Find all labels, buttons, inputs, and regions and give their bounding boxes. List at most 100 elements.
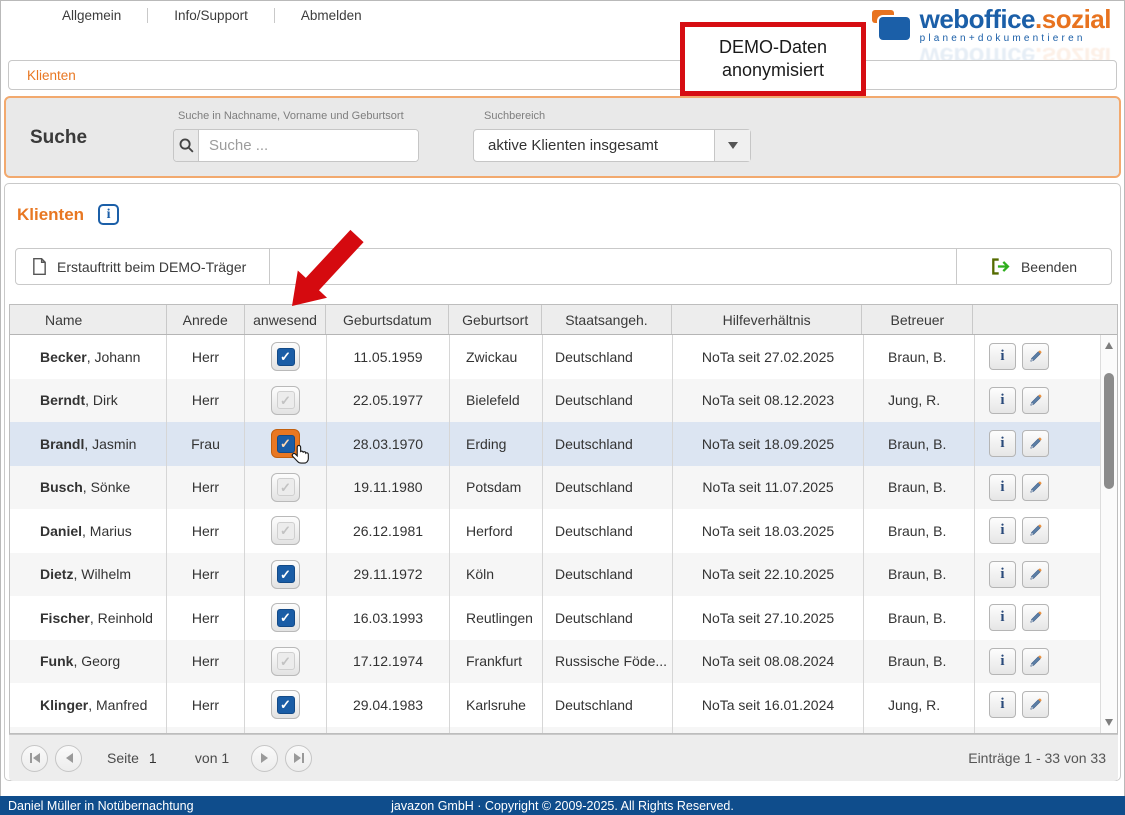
next-page-button[interactable] [251, 745, 278, 772]
nav-info-support[interactable]: Info/Support [174, 8, 248, 23]
erstauftritt-button[interactable]: Erstauftritt beim DEMO-Träger [15, 248, 270, 285]
row-edit-button[interactable] [1022, 474, 1049, 501]
row-info-button[interactable]: i [989, 561, 1016, 588]
logo-tagline: planen+dokumentieren [920, 34, 1111, 44]
cell-actions: i [975, 335, 1102, 379]
scroll-down-icon[interactable] [1105, 719, 1113, 726]
row-info-button[interactable]: i [989, 604, 1016, 631]
anwesend-checkbox[interactable]: ✓ [271, 342, 300, 371]
cell-geburtsort: Reutlingen [450, 596, 543, 640]
info-icon: i [1000, 696, 1004, 713]
select-arrow-button[interactable] [714, 130, 750, 161]
row-info-button[interactable]: i [989, 430, 1016, 457]
cell-geburtsort [450, 727, 543, 735]
row-edit-button[interactable] [1022, 648, 1049, 675]
pencil-icon [1028, 610, 1043, 625]
search-scope-select[interactable]: aktive Klienten insgesamt [473, 129, 751, 162]
info-icon: i [1000, 566, 1004, 583]
cell-betreuer: Braun, B. [864, 596, 975, 640]
checkmark-icon: ✓ [277, 348, 295, 366]
page-number-input[interactable] [149, 750, 181, 766]
table-row[interactable]: Klinger, Manfred Herr ✓ 29.04.1983 Karls… [10, 683, 1117, 727]
column-header-name[interactable]: Name [10, 305, 167, 334]
checkmark-icon: ✓ [277, 652, 295, 670]
row-info-button[interactable]: i [989, 517, 1016, 544]
search-input-group [173, 129, 419, 162]
first-page-button[interactable] [21, 745, 48, 772]
table-row[interactable]: Brandl, Jasmin Frau ✓ 28.03.1970 Erding … [10, 422, 1117, 466]
grid-toolbar: Erstauftritt beim DEMO-Träger Beenden [15, 248, 1112, 285]
column-header-betreuer[interactable]: Betreuer [862, 305, 973, 334]
table-row[interactable]: Becker, Johann Herr ✓ 11.05.1959 Zwickau… [10, 335, 1117, 379]
pencil-icon [1028, 523, 1043, 538]
cell-anrede [167, 727, 245, 735]
column-header-geburtsdatum[interactable]: Geburtsdatum [326, 305, 449, 334]
cell-staatsangeh: Deutschland [543, 335, 673, 379]
table-scrollbar[interactable] [1100, 335, 1117, 733]
cell-actions: i [975, 553, 1102, 597]
footer-bar: Daniel Müller in Notübernachtung javazon… [0, 796, 1125, 815]
row-edit-button[interactable] [1022, 604, 1049, 631]
table-row[interactable]: Daniel, Marius Herr ✓ 26.12.1981 Herford… [10, 509, 1117, 553]
anwesend-checkbox[interactable]: ✓ [271, 560, 300, 589]
cell-geburtsdatum: 29.04.1983 [327, 683, 450, 727]
cell-betreuer: Braun, B. [864, 553, 975, 597]
column-header-anwesend[interactable]: anwesend [245, 305, 327, 334]
cell-name: Busch, Sönke [10, 466, 167, 510]
column-header-hilfeverhaeltnis[interactable]: Hilfeverhältnis [672, 305, 863, 334]
cell-name: Fischer, Reinhold [10, 596, 167, 640]
anwesend-checkbox[interactable]: ✓ [271, 690, 300, 719]
last-page-button[interactable] [285, 745, 312, 772]
table-row[interactable]: Fischer, Reinhold Herr ✓ 16.03.1993 Reut… [10, 596, 1117, 640]
row-edit-button[interactable] [1022, 691, 1049, 718]
scroll-up-icon[interactable] [1105, 342, 1113, 349]
row-info-button[interactable]: i [989, 648, 1016, 675]
checkmark-icon: ✓ [277, 435, 295, 453]
anwesend-checkbox[interactable]: ✓ [271, 473, 300, 502]
table-row[interactable]: Busch, Sönke Herr ✓ 19.11.1980 Potsdam D… [10, 466, 1117, 510]
first-page-icon [30, 753, 40, 763]
cell-geburtsort: Erding [450, 422, 543, 466]
prev-page-button[interactable] [55, 745, 82, 772]
search-scope-label: Suchbereich [484, 110, 545, 122]
column-header-anrede[interactable]: Anrede [167, 305, 245, 334]
column-header-staatsangeh[interactable]: Staatsangeh. [542, 305, 672, 334]
cell-anrede: Herr [167, 466, 245, 510]
row-info-button[interactable]: i [989, 474, 1016, 501]
info-icon[interactable]: i [98, 204, 119, 225]
table-row[interactable]: Dietz, Wilhelm Herr ✓ 29.11.1972 Köln De… [10, 553, 1117, 597]
anwesend-checkbox[interactable]: ✓ [271, 429, 300, 458]
search-button[interactable] [174, 130, 199, 161]
row-edit-button[interactable] [1022, 517, 1049, 544]
cell-name: Klinger, Manfred [10, 683, 167, 727]
scrollbar-thumb[interactable] [1104, 373, 1114, 489]
column-header-geburtsort[interactable]: Geburtsort [449, 305, 542, 334]
row-edit-button[interactable] [1022, 561, 1049, 588]
cell-anwesend: ✓ [245, 379, 327, 423]
beenden-button[interactable]: Beenden [956, 248, 1112, 285]
anwesend-checkbox[interactable]: ✓ [271, 516, 300, 545]
search-field-label: Suche in Nachname, Vorname und Geburtsor… [178, 110, 404, 122]
table-row[interactable]: ✓ i [10, 727, 1117, 735]
tab-klienten[interactable]: Klienten [27, 68, 76, 83]
row-edit-button[interactable] [1022, 387, 1049, 414]
cell-anwesend: ✓ [245, 727, 327, 735]
row-info-button[interactable]: i [989, 691, 1016, 718]
search-input[interactable] [199, 130, 418, 161]
nav-abmelden[interactable]: Abmelden [301, 8, 362, 23]
cell-geburtsort: Frankfurt [450, 640, 543, 684]
info-icon: i [1000, 479, 1004, 496]
table-row[interactable]: Funk, Georg Herr ✓ 17.12.1974 Frankfurt … [10, 640, 1117, 684]
table-row[interactable]: Berndt, Dirk Herr ✓ 22.05.1977 Bielefeld… [10, 379, 1117, 423]
row-info-button[interactable]: i [989, 343, 1016, 370]
anwesend-checkbox[interactable]: ✓ [271, 603, 300, 632]
cell-anrede: Herr [167, 553, 245, 597]
nav-allgemein[interactable]: Allgemein [62, 8, 121, 23]
row-edit-button[interactable] [1022, 430, 1049, 457]
row-info-button[interactable]: i [989, 387, 1016, 414]
anwesend-checkbox[interactable]: ✓ [271, 647, 300, 676]
anwesend-checkbox[interactable]: ✓ [271, 386, 300, 415]
row-edit-button[interactable] [1022, 343, 1049, 370]
cell-hilfeverhaeltnis: NoTa seit 16.01.2024 [673, 683, 864, 727]
cell-geburtsdatum: 16.03.1993 [327, 596, 450, 640]
